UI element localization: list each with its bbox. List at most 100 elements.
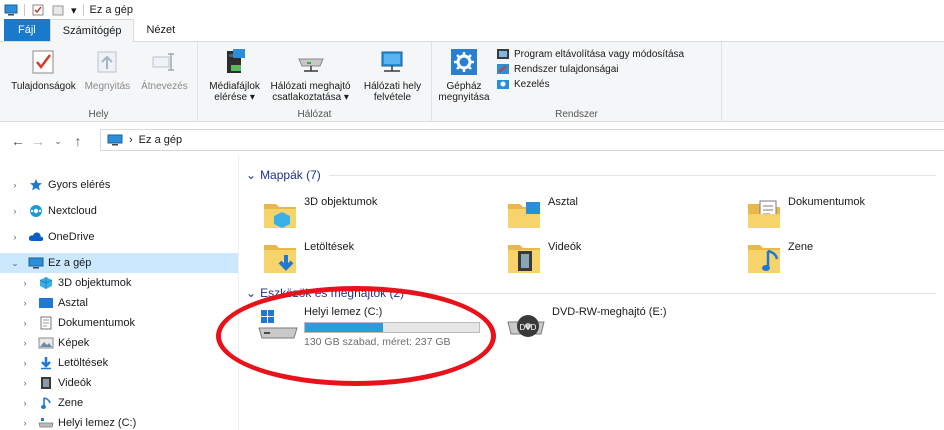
computer-icon: [28, 256, 44, 270]
back-arrow-icon[interactable]: ←: [8, 133, 28, 149]
computer-icon[interactable]: [4, 4, 18, 16]
recent-locations-chevron-icon[interactable]: ⌄: [48, 136, 68, 147]
tab-computer[interactable]: Számítógép: [49, 19, 135, 42]
expand-chevron-icon[interactable]: ›: [18, 298, 32, 308]
properties-icon: [27, 46, 59, 78]
settings-gear-icon: [448, 46, 480, 78]
tab-view[interactable]: Nézet: [134, 19, 187, 41]
open-button[interactable]: Megnyitás: [79, 46, 136, 92]
folder-music[interactable]: Zene: [746, 241, 813, 277]
section-rule: [412, 292, 936, 294]
ribbon: Tulajdonságok Megnyitás Átnevezés Hely M…: [0, 42, 944, 122]
highlight-ring: [216, 286, 496, 386]
nextcloud-icon: [28, 204, 44, 218]
rename-icon: [148, 46, 180, 78]
film-icon: [38, 376, 54, 390]
folder-desktop[interactable]: Asztal: [506, 196, 578, 232]
download-arrow-icon: [38, 356, 54, 370]
section-rule: [328, 174, 936, 176]
sidebar-item-pictures[interactable]: › Képek: [0, 333, 238, 353]
address-separator: ›: [129, 134, 133, 146]
new-folder-quick-icon[interactable]: [51, 4, 65, 16]
collapse-chevron-icon[interactable]: ⌄: [8, 258, 22, 269]
tab-file[interactable]: Fájl: [4, 19, 50, 41]
open-settings-button[interactable]: Gépház megnyitása: [436, 46, 492, 103]
window-title: Ez a gép: [89, 4, 133, 16]
ribbon-group-system: Gépház megnyitása Program eltávolítása v…: [432, 42, 722, 122]
3d-objects-icon: [38, 276, 54, 290]
sidebar-item-onedrive[interactable]: › OneDrive: [0, 227, 238, 247]
forward-arrow-icon[interactable]: →: [28, 133, 48, 149]
folder-documents[interactable]: Dokumentumok: [746, 196, 865, 232]
navigation-pane: › Gyors elérés › Nextcloud › OneDrive ⌄ …: [0, 165, 238, 430]
quick-access-separator: [24, 4, 25, 16]
sidebar-item-documents[interactable]: › Dokumentumok: [0, 313, 238, 333]
sidebar-item-local-disk[interactable]: › Helyi lemez (C:): [0, 413, 238, 430]
map-network-drive-button[interactable]: Hálózati meghajtó csatlakoztatása ▾: [265, 46, 356, 103]
properties-button[interactable]: Tulajdonságok: [8, 46, 79, 92]
sidebar-item-3d-objects[interactable]: › 3D objektumok: [0, 273, 238, 293]
expand-chevron-icon[interactable]: ›: [18, 358, 32, 368]
pictures-icon: [38, 336, 54, 350]
expand-chevron-icon[interactable]: ›: [18, 398, 32, 408]
music-folder-icon: [748, 245, 780, 273]
uninstall-icon: [497, 49, 509, 59]
up-arrow-icon[interactable]: ↑: [68, 133, 88, 149]
expand-chevron-icon[interactable]: ›: [18, 278, 32, 288]
expand-chevron-icon[interactable]: ›: [8, 180, 22, 190]
drive-dvd-rw-e[interactable]: DVD DVD-RW-meghajtó (E:): [506, 306, 667, 346]
add-network-location-button[interactable]: Hálózati hely felvétele: [358, 46, 427, 103]
expand-chevron-icon[interactable]: ›: [8, 206, 22, 216]
expand-chevron-icon[interactable]: ›: [18, 378, 32, 388]
sidebar-item-nextcloud[interactable]: › Nextcloud: [0, 201, 238, 221]
navigation-bar: ← → ⌄ ↑ › Ez a gép: [0, 127, 944, 155]
expand-chevron-icon[interactable]: ›: [18, 338, 32, 348]
folder-downloads[interactable]: Letöltések: [262, 241, 354, 277]
pane-divider[interactable]: [238, 155, 239, 430]
system-command-list: Program eltávolítása vagy módosítása Ren…: [496, 46, 684, 90]
sidebar-item-music[interactable]: › Zene: [0, 393, 238, 413]
desktop-folder-icon: [508, 202, 540, 228]
folder-3d-objects[interactable]: 3D objektumok: [262, 196, 377, 232]
sidebar-item-downloads[interactable]: › Letöltések: [0, 353, 238, 373]
cloud-icon: [28, 230, 44, 244]
dvd-badge: DVD: [520, 323, 537, 332]
address-bar[interactable]: › Ez a gép: [100, 129, 944, 151]
manage-button[interactable]: Kezelés: [496, 78, 684, 90]
media-access-button[interactable]: Médiafájlok elérése ▾: [206, 46, 263, 103]
videos-folder-icon: [508, 245, 540, 273]
group-label-network: Hálózat: [297, 109, 332, 120]
computer-icon: [107, 134, 123, 146]
ribbon-group-location: Tulajdonságok Megnyitás Átnevezés Hely: [0, 42, 198, 122]
sidebar-item-desktop[interactable]: › Asztal: [0, 293, 238, 313]
system-properties-icon: [497, 64, 509, 74]
desktop-icon: [38, 296, 54, 310]
title-bar: ▾ Ez a gép: [0, 0, 944, 20]
expand-chevron-icon[interactable]: ›: [18, 418, 32, 428]
sidebar-item-quick-access[interactable]: › Gyors elérés: [0, 175, 238, 195]
documents-icon: [38, 316, 54, 330]
expand-chevron-icon[interactable]: ›: [8, 232, 22, 242]
manage-icon: [497, 80, 509, 89]
sidebar-item-videos[interactable]: › Videók: [0, 373, 238, 393]
3d-objects-folder-icon: [264, 204, 296, 228]
title-separator: [82, 4, 84, 16]
rename-button[interactable]: Átnevezés: [136, 46, 193, 92]
customize-quick-access-icon[interactable]: ▾: [71, 4, 77, 17]
system-properties-button[interactable]: Rendszer tulajdonságai: [496, 63, 684, 75]
network-drive-icon: [295, 46, 327, 78]
section-chevron-icon: ⌄: [246, 286, 257, 300]
hard-drive-icon: [38, 416, 54, 430]
star-icon: [28, 178, 44, 192]
group-label-location: Hely: [88, 109, 109, 120]
uninstall-program-button[interactable]: Program eltávolítása vagy módosítása: [496, 48, 684, 60]
expand-chevron-icon[interactable]: ›: [18, 318, 32, 328]
sidebar-item-this-pc[interactable]: ⌄ Ez a gép: [0, 253, 238, 273]
folders-section-header[interactable]: ⌄ Mappák (7): [246, 166, 936, 184]
open-icon: [91, 46, 123, 78]
ribbon-tabs: Fájl Számítógép Nézet: [0, 19, 944, 42]
properties-quick-icon[interactable]: [31, 4, 45, 16]
address-path[interactable]: Ez a gép: [139, 134, 182, 146]
section-chevron-icon: ⌄: [246, 168, 257, 182]
folder-videos[interactable]: Videók: [506, 241, 581, 277]
